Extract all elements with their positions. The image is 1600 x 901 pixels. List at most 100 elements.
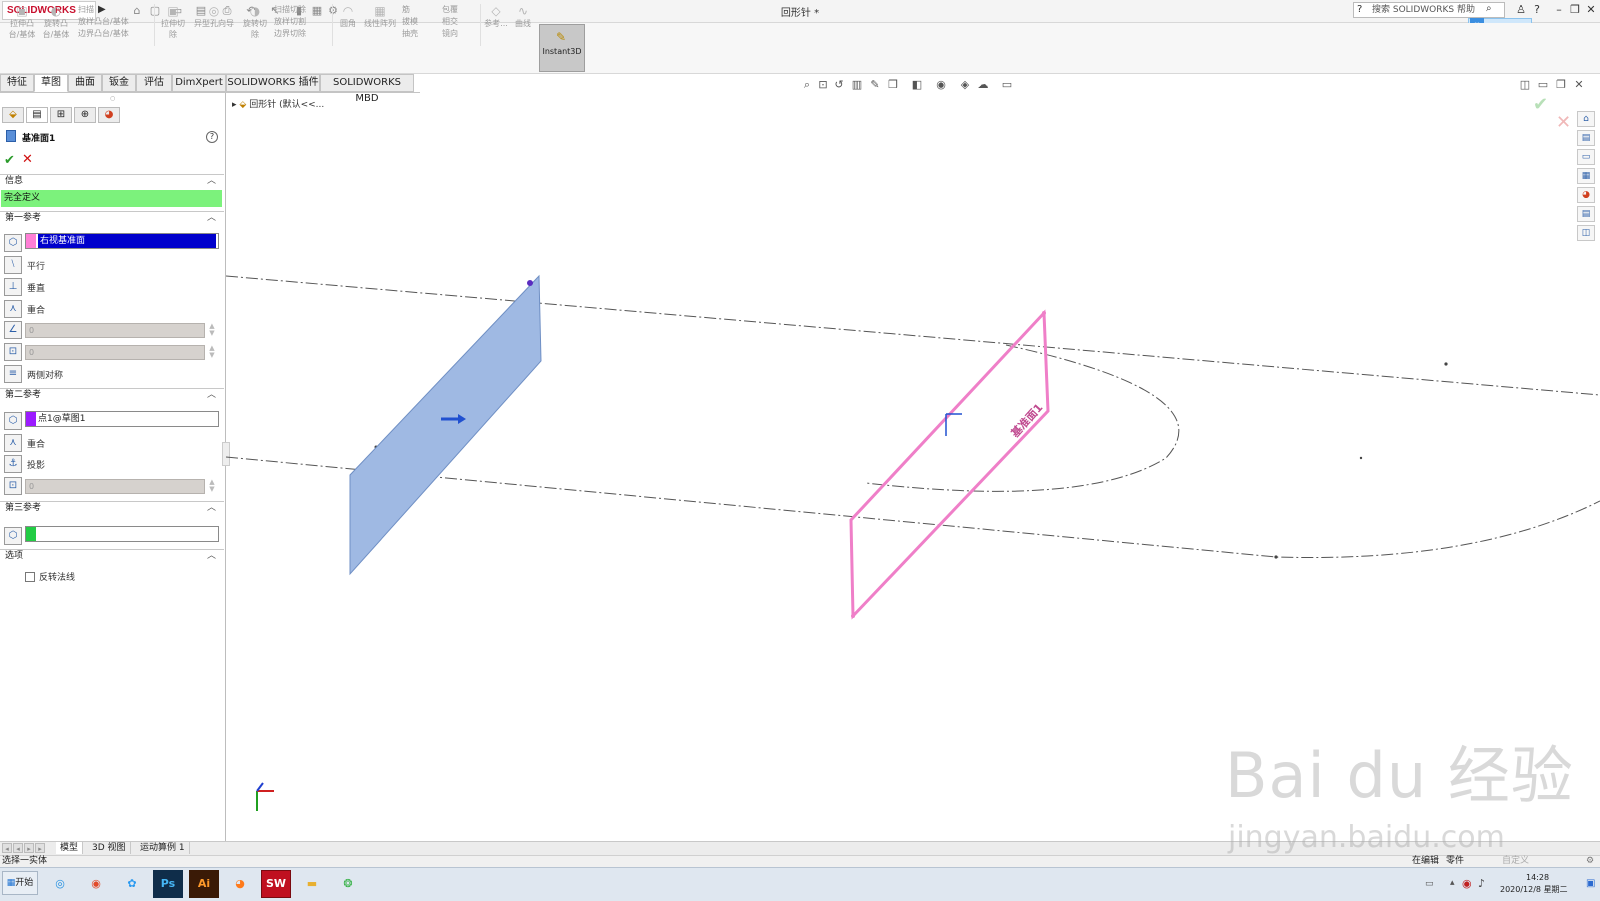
offset-distance-field[interactable]: 0 [25, 345, 205, 360]
edit-appearance-icon[interactable]: ◈ [958, 78, 972, 92]
start-button[interactable]: ▦开始 [2, 871, 38, 895]
baidu-netdisk-app-icon[interactable]: ✿ [117, 870, 147, 898]
photoshop-app-icon[interactable]: Ps [153, 870, 183, 898]
tab-features[interactable]: 特征 [0, 74, 34, 92]
view-orientation-icon[interactable]: ❒ [886, 78, 900, 92]
section-info-header[interactable]: 信息 ︿ [0, 174, 224, 188]
tab-sheet-metal[interactable]: 钣金 [102, 74, 136, 92]
mid-plane-icon[interactable]: ≡ [4, 365, 22, 383]
first-reference-field[interactable]: 右视基准面 [25, 233, 219, 249]
task-pane-file-explorer-icon[interactable]: ▭ [1577, 149, 1595, 165]
volume-icon[interactable]: ♪ [1478, 877, 1485, 890]
offset-distance-icon[interactable]: ⊡ [4, 343, 22, 361]
angle-field[interactable]: 0 [25, 323, 205, 338]
status-units[interactable]: 自定义 [1502, 856, 1529, 867]
reverse-normal-checkbox[interactable] [25, 572, 35, 582]
parallel-label[interactable]: 平行 [27, 259, 45, 272]
sweep-cut-button[interactable]: 扫描切除 [274, 4, 330, 15]
next-tab-arrow-icon[interactable]: ▸ [24, 843, 34, 853]
minimize-icon[interactable]: – [1552, 3, 1566, 17]
second-coincident-label[interactable]: 重合 [27, 437, 45, 450]
confirm-corner-ok-icon[interactable]: ✔ [1533, 94, 1548, 115]
wechat-app-icon[interactable]: ❂ [333, 870, 363, 898]
view-settings-icon[interactable]: ▭ [1000, 78, 1014, 92]
tray-expand-icon[interactable]: ▴ [1450, 878, 1455, 888]
firefox-app-icon[interactable]: ◕ [225, 870, 255, 898]
hide-show-icon[interactable]: ◉ [934, 78, 948, 92]
feature-manager-tab-icon[interactable]: ⬙ [2, 107, 24, 123]
draft-button[interactable]: 拔模 [402, 16, 432, 27]
coincident-icon[interactable]: ⋏ [4, 300, 22, 318]
parallel-icon[interactable]: ⧵ [4, 256, 22, 274]
file-explorer-app-icon[interactable]: ▬ [297, 870, 327, 898]
section-second-ref-header[interactable]: 第二参考 ︿ [0, 388, 224, 402]
first-tab-arrow-icon[interactable]: ◂ [2, 843, 12, 853]
last-tab-arrow-icon[interactable]: ▸ [35, 843, 45, 853]
clock-date[interactable]: 2020/12/8 星期二 [1500, 884, 1568, 895]
task-pane-view-palette-icon[interactable]: ▦ [1577, 168, 1595, 184]
viewport-maximize-icon[interactable]: ❐ [1554, 78, 1568, 92]
notification-icon[interactable]: ▣ [1586, 878, 1595, 889]
intersect-button[interactable]: 相交 [442, 16, 472, 27]
task-pane-appearances-icon[interactable]: ◕ [1577, 187, 1595, 203]
status-settings-icon[interactable]: ⚙ [1586, 856, 1594, 867]
display-manager-tab-icon[interactable]: ◕ [98, 107, 120, 123]
mid-plane-label[interactable]: 两侧对称 [27, 368, 63, 381]
second-reference-field[interactable]: 点1@草图1 [25, 411, 219, 427]
task-pane-custom-properties-icon[interactable]: ▤ [1577, 206, 1595, 222]
angle-icon[interactable]: ∠ [4, 321, 22, 339]
tab-3d-views[interactable]: 3D 视图 [88, 842, 131, 854]
prev-tab-arrow-icon[interactable]: ◂ [13, 843, 23, 853]
loft-cut-button[interactable]: 放样切割 [274, 16, 330, 27]
help-icon[interactable]: ? [206, 131, 218, 143]
shell-button[interactable]: 抽壳 [402, 28, 432, 39]
solidworks-app-icon[interactable]: SW [261, 870, 291, 898]
display-style-icon[interactable]: ◧ [910, 78, 924, 92]
chrome-app-icon[interactable]: ◉ [81, 870, 111, 898]
tray-app-icon[interactable]: ◉ [1462, 877, 1472, 890]
tab-model[interactable]: 模型 [56, 842, 84, 854]
distance-spinner-icon[interactable]: ▲ ▼ [207, 345, 217, 360]
section-first-ref-header[interactable]: 第一参考 ︿ [0, 211, 224, 225]
browser-app-icon[interactable]: ◎ [45, 870, 75, 898]
coincident-label[interactable]: 重合 [27, 303, 45, 316]
viewport-split-icon[interactable]: ◫ [1518, 78, 1532, 92]
third-reference-field[interactable] [25, 526, 219, 542]
linear-pattern-button[interactable]: ▦ 线性阵列 [362, 4, 398, 29]
task-pane-home-icon[interactable]: ⌂ [1577, 111, 1595, 127]
keyboard-icon[interactable]: ▭ [1425, 879, 1434, 889]
curves-button[interactable]: ∿ 曲线 [512, 4, 534, 29]
wrap-button[interactable]: 包覆 [442, 4, 472, 15]
dynamic-annotation-icon[interactable]: ✎ [868, 78, 882, 92]
loft-button[interactable]: 放样凸台/基体 [78, 16, 158, 27]
second-spinner-icon[interactable]: ▲ ▼ [207, 479, 217, 494]
dimxpert-manager-tab-icon[interactable]: ⊕ [74, 107, 96, 123]
ok-button[interactable]: ✔ [4, 153, 15, 168]
sweep-button[interactable]: 扫描 [78, 4, 158, 15]
boundary-boss-button[interactable]: 边界凸台/基体 [78, 28, 158, 39]
extrude-boss-button[interactable]: ▣ 拉伸凸 台/基体 [6, 4, 38, 40]
angle-spinner-icon[interactable]: ▲ ▼ [207, 323, 217, 338]
restore-icon[interactable]: ❐ [1568, 3, 1582, 17]
extrude-cut-button[interactable]: ▣ 拉伸切 除 [158, 4, 188, 40]
boundary-cut-button[interactable]: 边界切除 [274, 28, 330, 39]
section-view-icon[interactable]: ▥ [850, 78, 864, 92]
help-search-input[interactable]: 搜索 SOLIDWORKS 帮助 [1353, 2, 1505, 18]
property-manager-tab-icon[interactable]: ▤ [26, 107, 48, 123]
tab-motion-study[interactable]: 运动算例 1 [136, 842, 190, 854]
tab-evaluate[interactable]: 评估 [136, 74, 172, 92]
tab-mbd[interactable]: SOLIDWORKS MBD [320, 74, 414, 104]
close-icon[interactable]: ✕ [1584, 3, 1598, 17]
apply-scene-icon[interactable]: ☁ [976, 78, 990, 92]
perpendicular-label[interactable]: 垂直 [27, 281, 45, 294]
project-label[interactable]: 投影 [27, 458, 45, 471]
viewport-close-icon[interactable]: ✕ [1572, 78, 1586, 92]
tab-addins[interactable]: SOLIDWORKS 插件 [226, 74, 320, 92]
breadcrumb[interactable]: ▸ ⬙ 回形针 (默认<<... [232, 97, 324, 110]
section-options-header[interactable]: 选项 ︿ [0, 549, 224, 563]
zoom-to-area-icon[interactable]: ⊡ [816, 78, 830, 92]
task-pane-forum-icon[interactable]: ◫ [1577, 225, 1595, 241]
zoom-to-fit-icon[interactable]: ⌕ [800, 78, 814, 92]
second-distance-field[interactable]: 0 [25, 479, 205, 494]
reference-geometry-button[interactable]: ◇ 参考... [484, 4, 508, 29]
